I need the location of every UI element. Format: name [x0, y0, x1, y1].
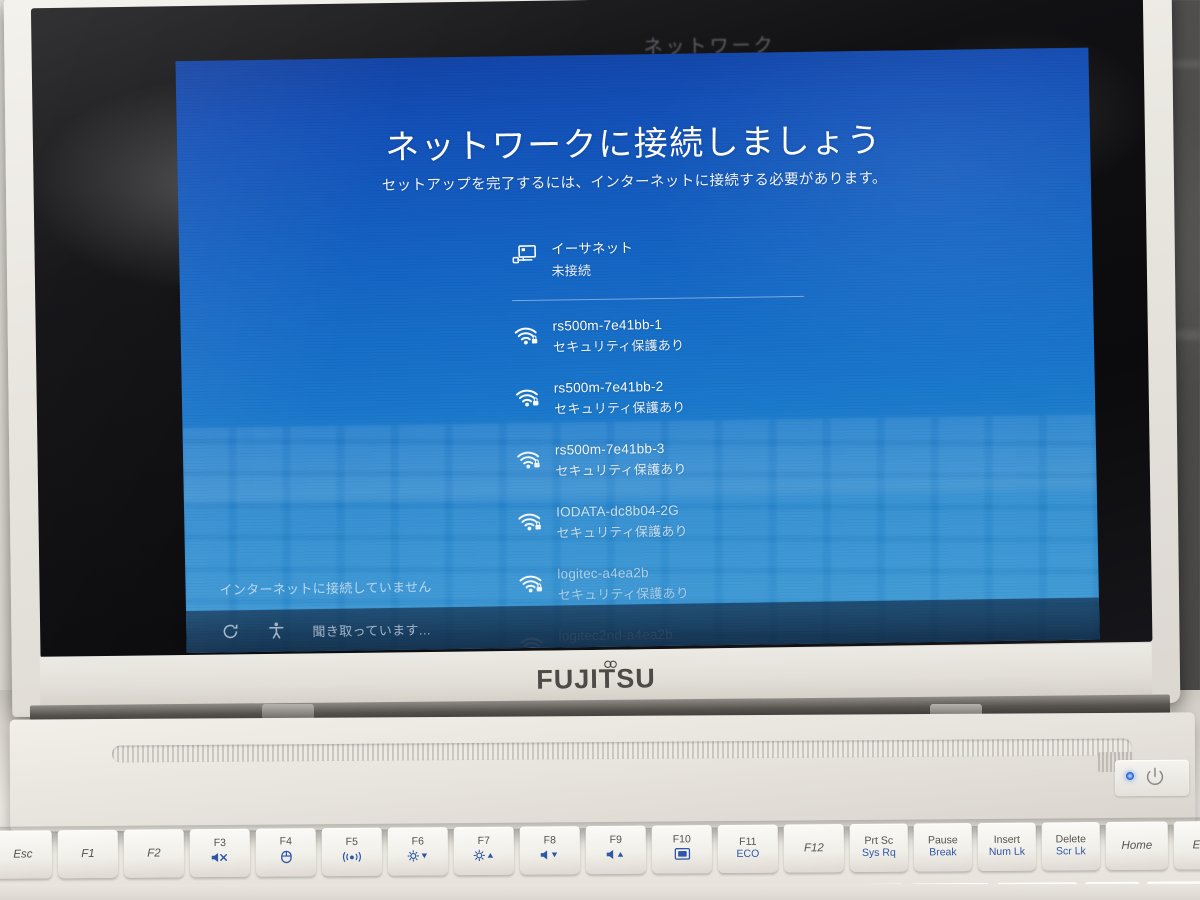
key-f3[interactable]: F3	[189, 828, 251, 878]
power-led-indicator	[1126, 772, 1134, 780]
network-name: イーサネット	[550, 240, 634, 257]
key-f11[interactable]: F11 ECO	[717, 824, 779, 874]
network-status: 未接続	[551, 263, 592, 279]
key-label: F7	[477, 835, 490, 848]
key-label: Esc	[13, 848, 33, 861]
display-switch-icon	[673, 847, 690, 864]
key-label: F1	[81, 847, 95, 861]
laptop-lid: ネットワーク ネットワークに接続しましょう セットアップを完了するには、インター…	[3, 0, 1181, 718]
key-secondary-label: ECO	[736, 847, 760, 860]
volume-down-icon	[539, 848, 561, 865]
key-label: F12	[803, 842, 824, 855]
key-f12[interactable]: F12	[783, 824, 845, 873]
key-f10[interactable]: F10	[651, 825, 713, 874]
key-pause[interactable]: Pause Break	[913, 823, 973, 872]
key-f7[interactable]: F7	[453, 826, 515, 876]
key-home[interactable]: Home	[1105, 821, 1169, 871]
fujitsu-logo: FUJITSU	[536, 663, 656, 695]
palmrest-edge	[0, 884, 1200, 900]
key-f4[interactable]: F4	[255, 828, 317, 877]
screen-bezel: ネットワーク ネットワークに接続しましょう セットアップを完了するには、インター…	[30, 0, 1153, 659]
laptop-base	[9, 712, 1196, 832]
key-f6[interactable]: F6	[387, 827, 449, 876]
wireless-icon	[340, 850, 364, 867]
key-label: Home	[1121, 839, 1153, 852]
key-secondary-label: Sys Rq	[861, 846, 896, 859]
key-end[interactable]: End	[1173, 821, 1200, 870]
restart-icon[interactable]	[220, 621, 240, 641]
key-f5[interactable]: F5	[321, 827, 383, 877]
key-f2[interactable]: F2	[123, 829, 185, 878]
key-esc[interactable]: Esc	[0, 830, 53, 879]
network-item-ethernet[interactable]: イーサネット 未接続	[511, 228, 812, 294]
ethernet-icon	[511, 241, 537, 267]
oobe-network-page: ネットワークに接続しましょう セットアップを完了するには、インターネットに接続す…	[175, 48, 1100, 654]
key-f9[interactable]: F9	[585, 825, 647, 875]
key-label: F3	[213, 837, 226, 850]
mute-icon	[210, 851, 230, 868]
brightness-down-icon	[406, 849, 430, 866]
listening-status-text: 聞き取っています...	[312, 621, 432, 639]
network-item-wifi-1[interactable]: rs500m-7e41bb-1 セキュリティ保護あり	[512, 309, 813, 375]
wifi-secured-icon	[514, 384, 540, 410]
network-name: rs500m-7e41bb-1	[552, 316, 663, 334]
fujitsu-infinity-mark	[604, 656, 617, 668]
key-delete[interactable]: Delete Scr Lk	[1041, 822, 1101, 871]
key-label: F8	[543, 834, 556, 847]
key-f1[interactable]: F1	[57, 829, 119, 879]
key-label: F9	[609, 834, 622, 847]
accessibility-icon[interactable]	[266, 621, 286, 641]
power-button[interactable]	[1144, 766, 1166, 788]
network-status: セキュリティ保護あり	[552, 337, 685, 355]
key-label: F4	[279, 835, 292, 848]
brightness-up-icon	[472, 849, 496, 866]
volume-up-icon	[605, 848, 627, 865]
key-label: F10	[672, 833, 691, 846]
page-title: ネットワークに接続しましょう	[384, 121, 883, 168]
key-secondary-label: Num Lk	[988, 845, 1026, 858]
touchpad-icon	[279, 849, 292, 868]
key-secondary-label: Break	[929, 846, 957, 859]
connection-status-text: インターネットに接続していません	[219, 579, 432, 598]
key-label: F5	[345, 836, 358, 849]
keyboard-function-row: Esc F1 F2 F3 F4 F5 F6 F7 F8 F9 F10 F11 ECO F12 Prt Sc S…	[0, 821, 1200, 879]
key-secondary-label: Scr Lk	[1055, 845, 1086, 858]
network-name: rs500m-7e41bb-2	[553, 378, 664, 396]
key-label: F2	[147, 847, 161, 860]
laptop-screen: ネットワークに接続しましょう セットアップを完了するには、インターネットに接続す…	[175, 47, 1100, 654]
key-prt-sc[interactable]: Prt Sc Sys Rq	[849, 823, 909, 873]
list-divider	[512, 295, 805, 302]
key-insert[interactable]: Insert Num Lk	[977, 822, 1037, 872]
key-label: End	[1192, 839, 1200, 852]
network-text: rs500m-7e41bb-1 セキュリティ保護あり	[552, 317, 684, 356]
network-text: イーサネット 未接続	[551, 236, 634, 279]
wifi-secured-icon	[512, 322, 538, 348]
key-f8[interactable]: F8	[519, 826, 581, 875]
photo-scene: ネットワーク ネットワークに接続しましょう セットアップを完了するには、インター…	[0, 0, 1200, 900]
key-label: F6	[411, 835, 424, 848]
